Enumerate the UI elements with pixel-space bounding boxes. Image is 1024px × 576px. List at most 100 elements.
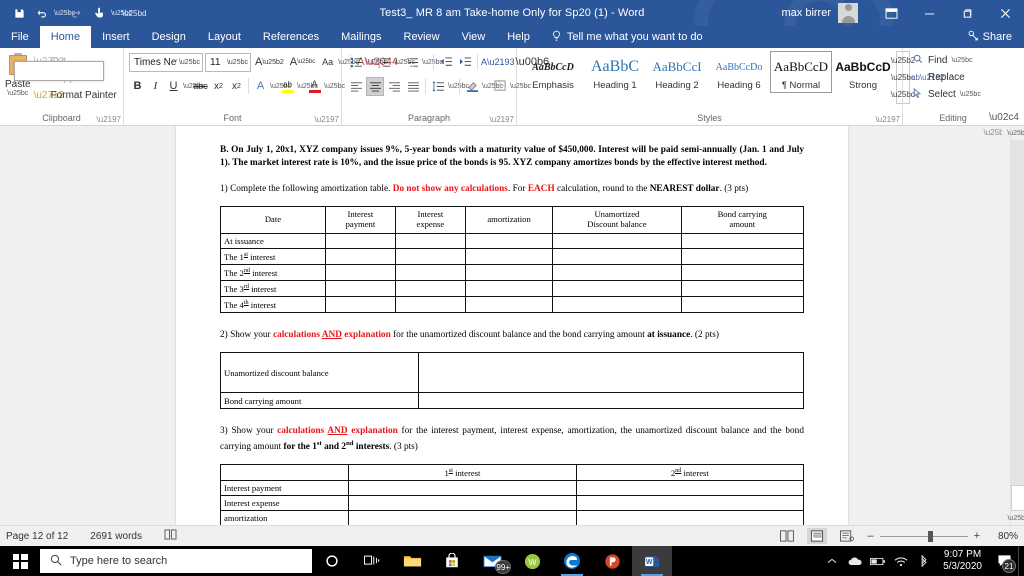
cell[interactable] xyxy=(464,279,554,297)
cortana-icon[interactable] xyxy=(312,546,352,576)
share-button[interactable]: Share xyxy=(967,26,1024,48)
wifi-icon[interactable] xyxy=(889,546,912,576)
close-button[interactable] xyxy=(986,0,1024,26)
cell[interactable] xyxy=(418,352,804,394)
shrink-font-icon[interactable]: A \u25bc xyxy=(288,53,317,72)
highlight-caret[interactable]: \u25bc xyxy=(297,83,318,90)
subscript-icon[interactable]: x2 xyxy=(210,77,227,96)
tab-references[interactable]: References xyxy=(252,26,330,48)
undo-dropdown-caret[interactable]: \u25bc xyxy=(54,10,75,17)
cell[interactable] xyxy=(575,494,805,511)
mail-icon[interactable]: 99+ xyxy=(472,546,512,576)
align-center-icon[interactable] xyxy=(366,76,384,96)
document-canvas[interactable]: B. On July 1, 20x1, XYZ company issues 9… xyxy=(0,126,1024,525)
microsoft-edge-icon[interactable] xyxy=(552,546,592,576)
multilevel-caret[interactable]: \u25bc xyxy=(422,59,443,66)
show-hidden-icons-icon[interactable] xyxy=(820,546,843,576)
cell[interactable] xyxy=(552,295,682,313)
cell[interactable] xyxy=(552,233,682,250)
line-spacing-caret[interactable]: \u25bc xyxy=(448,83,469,90)
borders-icon[interactable] xyxy=(491,77,509,96)
collapse-ribbon-icon[interactable]: \u02c4 xyxy=(989,112,1019,123)
clock[interactable]: 9:07 PM 5/3/2020 xyxy=(935,549,990,573)
tab-layout[interactable]: Layout xyxy=(197,26,252,48)
text-effects-icon[interactable]: A xyxy=(252,77,269,96)
cell[interactable] xyxy=(324,263,396,281)
font-dialog-launcher-icon[interactable]: \u2197 xyxy=(315,115,339,124)
style-normal[interactable]: AaBbCcD ¶ Normal xyxy=(770,51,832,93)
font-color-icon[interactable]: A xyxy=(306,77,323,96)
cell[interactable] xyxy=(348,494,577,511)
cell[interactable] xyxy=(464,263,554,281)
font-color-caret[interactable]: \u25bc xyxy=(324,83,345,90)
scroll-up-icon[interactable]: \u25b2 xyxy=(1007,126,1024,140)
justify-icon[interactable] xyxy=(404,77,422,96)
bold-icon[interactable]: B xyxy=(129,77,146,96)
zoom-out-button[interactable]: – xyxy=(867,530,873,542)
clipboard-dialog-launcher-icon[interactable]: \u2197 xyxy=(97,115,121,124)
multilevel-list-icon[interactable] xyxy=(403,53,421,72)
style-strong[interactable]: AaBbCcD Strong xyxy=(832,51,894,93)
tab-mailings[interactable]: Mailings xyxy=(330,26,392,48)
cell[interactable] xyxy=(324,279,396,297)
line-spacing-icon[interactable] xyxy=(429,77,447,96)
amortization-table[interactable]: Date Interest payment Interest expense amo… xyxy=(220,206,805,313)
select-button[interactable]: Select \u25bc xyxy=(908,86,981,103)
style-heading-6[interactable]: AaBbCcDo Heading 6 xyxy=(708,51,770,93)
minimize-button[interactable] xyxy=(910,0,948,26)
ribbon-display-options-icon[interactable] xyxy=(872,0,910,26)
cell[interactable] xyxy=(418,392,804,410)
find-button[interactable]: Find \u25bc xyxy=(908,52,972,69)
tab-design[interactable]: Design xyxy=(141,26,197,48)
style-heading-2[interactable]: AaBbCcI Heading 2 xyxy=(646,51,708,93)
tab-insert[interactable]: Insert xyxy=(91,26,141,48)
task-view-icon[interactable] xyxy=(352,546,392,576)
text-highlight-color-icon[interactable]: ab xyxy=(279,77,296,96)
cell[interactable] xyxy=(464,248,554,265)
scroll-down-icon[interactable]: \u25bc xyxy=(1007,511,1024,525)
cell[interactable] xyxy=(680,233,805,250)
print-layout-icon[interactable] xyxy=(807,528,828,544)
cell[interactable] xyxy=(394,248,466,265)
decrease-indent-icon[interactable] xyxy=(437,53,455,72)
restore-button[interactable] xyxy=(948,0,986,26)
underline-icon[interactable]: U xyxy=(165,77,182,96)
interests-table[interactable]: 1st interest 2nd interest Interest payme… xyxy=(219,464,805,525)
webex-icon[interactable]: W xyxy=(512,546,552,576)
font-name-combo[interactable]: Times New R \u25bc xyxy=(129,52,203,72)
align-left-icon[interactable] xyxy=(347,77,365,96)
touch-mode-caret[interactable]: \u25bc xyxy=(111,10,132,17)
numbering-caret[interactable]: \u25bc xyxy=(394,59,415,66)
cell[interactable] xyxy=(552,263,682,281)
superscript-icon[interactable]: x2 xyxy=(228,77,245,96)
cell[interactable] xyxy=(394,279,466,297)
show-desktop-button[interactable] xyxy=(1018,546,1022,576)
strikethrough-icon[interactable]: abc xyxy=(192,77,209,96)
numbering-icon[interactable]: 123 xyxy=(375,53,393,72)
bluetooth-icon[interactable] xyxy=(912,546,935,576)
style-emphasis[interactable]: AaBbCcD Emphasis xyxy=(522,51,584,93)
replace-button[interactable]: ab\u2192 Replace xyxy=(908,69,968,86)
word-icon[interactable]: W xyxy=(632,546,672,576)
tab-help[interactable]: Help xyxy=(496,26,541,48)
tab-review[interactable]: Review xyxy=(393,26,451,48)
scrollbar-thumb[interactable] xyxy=(1011,485,1024,511)
paste-button[interactable]: Paste \u25bc xyxy=(5,51,104,98)
customize-qat-caret[interactable]: \u25bd xyxy=(122,9,146,18)
undo-icon[interactable] xyxy=(31,2,53,24)
onedrive-icon[interactable] xyxy=(843,546,866,576)
zoom-slider[interactable]: – + xyxy=(867,530,980,542)
underline-caret[interactable]: \u25bc xyxy=(183,83,204,90)
paragraph-dialog-launcher-icon[interactable]: \u2197 xyxy=(490,115,514,124)
cell[interactable] xyxy=(575,509,805,525)
tab-view[interactable]: View xyxy=(451,26,497,48)
notification-center-button[interactable]: 21 xyxy=(990,546,1018,576)
style-heading-1[interactable]: AaBbC Heading 1 xyxy=(584,51,646,93)
text-effects-caret[interactable]: \u25bc xyxy=(270,83,291,90)
increase-indent-icon[interactable] xyxy=(456,53,474,72)
cell[interactable] xyxy=(680,279,805,297)
cell[interactable] xyxy=(394,263,466,281)
zoom-track[interactable] xyxy=(879,530,968,542)
cell[interactable] xyxy=(680,248,805,265)
format-painter-button[interactable]: \u2712 Format Painter xyxy=(31,87,120,104)
